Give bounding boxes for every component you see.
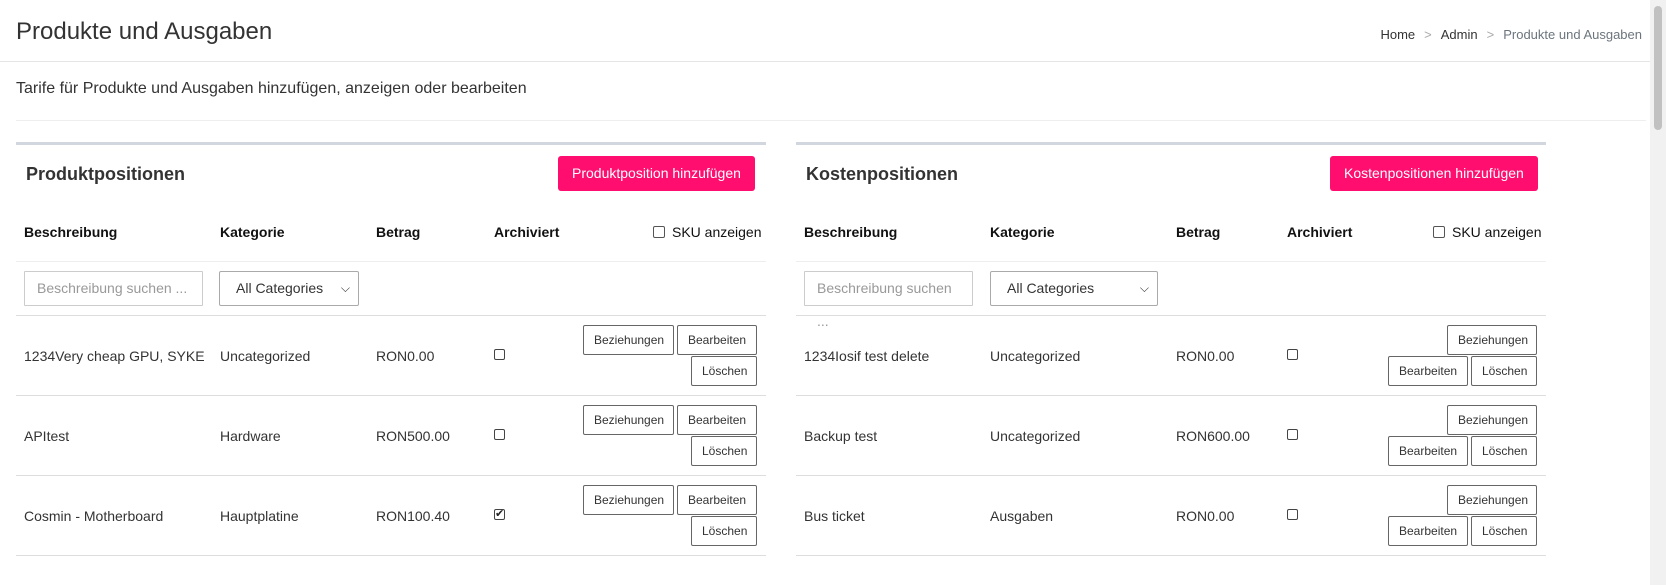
table-row: 1234Iosif test delete Uncategorized RON0… xyxy=(796,316,1546,396)
table-row: Cosmin - Motherboard Hauptplatine RON100… xyxy=(16,476,766,556)
table-header: Beschreibung Kategorie Betrag Archiviert… xyxy=(16,203,766,262)
row-category: Uncategorized xyxy=(990,348,1081,364)
page-title: Produkte und Ausgaben xyxy=(16,18,273,45)
row-archived-checkbox-checked[interactable]: ✔ xyxy=(494,509,505,520)
page-header: Produkte und Ausgaben Home > Admin > Pro… xyxy=(0,0,1650,62)
filter-row: Beschreibung suchen ... All Categories ⌵ xyxy=(16,262,766,316)
row-amount: RON600.00 xyxy=(1176,428,1250,444)
divider xyxy=(16,120,1646,121)
edit-button[interactable]: Bearbeiten xyxy=(677,405,757,435)
table-row: APItest Hardware RON500.00 Beziehungen B… xyxy=(16,396,766,476)
description-search-input[interactable]: Beschreibung suchen ... xyxy=(24,271,203,306)
relations-button[interactable]: Beziehungen xyxy=(1447,485,1537,515)
show-sku-label: SKU anzeigen xyxy=(672,224,762,240)
row-category: Hardware xyxy=(220,428,281,444)
delete-button[interactable]: Löschen xyxy=(1471,516,1537,546)
row-description: Backup test xyxy=(804,428,878,444)
relations-button[interactable]: Beziehungen xyxy=(583,405,674,435)
row-amount: RON100.40 xyxy=(376,508,450,524)
category-filter-value: All Categories xyxy=(1007,280,1095,296)
column-header-category[interactable]: Kategorie xyxy=(220,224,285,240)
row-description: APItest xyxy=(24,428,70,444)
edit-button[interactable]: Bearbeiten xyxy=(1388,436,1468,466)
column-header-amount[interactable]: Betrag xyxy=(1176,224,1220,240)
filter-row: Beschreibung suchen ... All Categories ⌵ xyxy=(796,262,1546,329)
add-expense-button[interactable]: Kostenpositionen hinzufügen xyxy=(1330,156,1538,191)
edit-button[interactable]: Bearbeiten xyxy=(677,485,757,515)
breadcrumb-separator: > xyxy=(1424,27,1432,42)
product-items-panel: Produktpositionen Produktposition hinzuf… xyxy=(16,142,766,556)
panel-title: Kostenpositionen xyxy=(806,164,958,184)
relations-button[interactable]: Beziehungen xyxy=(583,325,674,355)
column-header-amount[interactable]: Betrag xyxy=(376,224,420,240)
delete-button[interactable]: Löschen xyxy=(691,356,757,386)
breadcrumb-home[interactable]: Home xyxy=(1380,27,1415,42)
row-category: Uncategorized xyxy=(220,348,311,364)
page-scrollbar[interactable] xyxy=(1650,0,1666,585)
show-sku-checkbox[interactable] xyxy=(1433,226,1445,238)
row-archived-checkbox[interactable] xyxy=(494,349,505,360)
table-row: Backup test Uncategorized RON600.00 Bezi… xyxy=(796,396,1546,476)
relations-button[interactable]: Beziehungen xyxy=(583,485,674,515)
row-category: Uncategorized xyxy=(990,428,1081,444)
column-header-description[interactable]: Beschreibung xyxy=(804,224,897,240)
table-row: Bus ticket Ausgaben RON0.00 Beziehungen … xyxy=(796,476,1546,556)
breadcrumb-current: Produkte und Ausgaben xyxy=(1503,27,1642,42)
row-description: 1234Iosif test delete xyxy=(804,348,930,364)
column-header-archived[interactable]: Archiviert xyxy=(494,224,559,240)
row-amount: RON0.00 xyxy=(1176,508,1235,524)
breadcrumb-separator: > xyxy=(1486,27,1495,42)
relations-button[interactable]: Beziehungen xyxy=(1447,325,1537,355)
show-sku-toggle[interactable]: SKU anzeigen xyxy=(653,224,762,240)
checkmark-icon: ✔ xyxy=(495,508,505,520)
show-sku-toggle[interactable]: SKU anzeigen xyxy=(1433,224,1542,240)
delete-button[interactable]: Löschen xyxy=(691,436,757,466)
show-sku-checkbox[interactable] xyxy=(653,226,665,238)
panel-title: Produktpositionen xyxy=(26,164,185,184)
delete-button[interactable]: Löschen xyxy=(1471,356,1537,386)
column-header-description[interactable]: Beschreibung xyxy=(24,224,117,240)
delete-button[interactable]: Löschen xyxy=(691,516,757,546)
category-filter-select[interactable]: All Categories ⌵ xyxy=(990,271,1158,306)
row-category: Hauptplatine xyxy=(220,508,299,524)
row-description: Cosmin - Motherboard xyxy=(24,508,164,524)
table-header: Beschreibung Kategorie Betrag Archiviert… xyxy=(796,203,1546,262)
row-category: Ausgaben xyxy=(990,508,1054,524)
category-filter-value: All Categories xyxy=(236,280,324,296)
row-amount: RON0.00 xyxy=(1176,348,1235,364)
row-description: Bus ticket xyxy=(804,508,865,524)
edit-button[interactable]: Bearbeiten xyxy=(1388,356,1468,386)
row-description: 1234Very cheap GPU, SYKE xyxy=(24,348,205,364)
chevron-down-icon: ⌵ xyxy=(1139,281,1149,295)
relations-button[interactable]: Beziehungen xyxy=(1447,405,1537,435)
breadcrumb: Home > Admin > Produkte und Ausgaben xyxy=(1380,27,1642,42)
table-row: 1234Very cheap GPU, SYKE Uncategorized R… xyxy=(16,316,766,396)
page-subtitle: Tarife für Produkte und Ausgaben hinzufü… xyxy=(16,80,527,97)
description-search-input[interactable]: Beschreibung suchen ... xyxy=(804,271,973,329)
expense-items-panel: Kostenpositionen Kostenpositionen hinzuf… xyxy=(796,142,1546,556)
column-header-category[interactable]: Kategorie xyxy=(990,224,1055,240)
row-archived-checkbox[interactable] xyxy=(1287,349,1298,360)
row-amount: RON0.00 xyxy=(376,348,435,364)
breadcrumb-admin[interactable]: Admin xyxy=(1441,27,1478,42)
add-product-button[interactable]: Produktposition hinzufügen xyxy=(558,156,755,191)
chevron-down-icon: ⌵ xyxy=(340,281,350,295)
edit-button[interactable]: Bearbeiten xyxy=(1388,516,1468,546)
scrollbar-thumb[interactable] xyxy=(1654,6,1662,130)
category-filter-select[interactable]: All Categories ⌵ xyxy=(219,271,359,306)
row-archived-checkbox[interactable] xyxy=(1287,509,1298,520)
row-amount: RON500.00 xyxy=(376,428,450,444)
column-header-archived[interactable]: Archiviert xyxy=(1287,224,1352,240)
row-archived-checkbox[interactable] xyxy=(1287,429,1298,440)
show-sku-label: SKU anzeigen xyxy=(1452,224,1542,240)
edit-button[interactable]: Bearbeiten xyxy=(677,325,757,355)
row-archived-checkbox[interactable] xyxy=(494,429,505,440)
delete-button[interactable]: Löschen xyxy=(1471,436,1537,466)
